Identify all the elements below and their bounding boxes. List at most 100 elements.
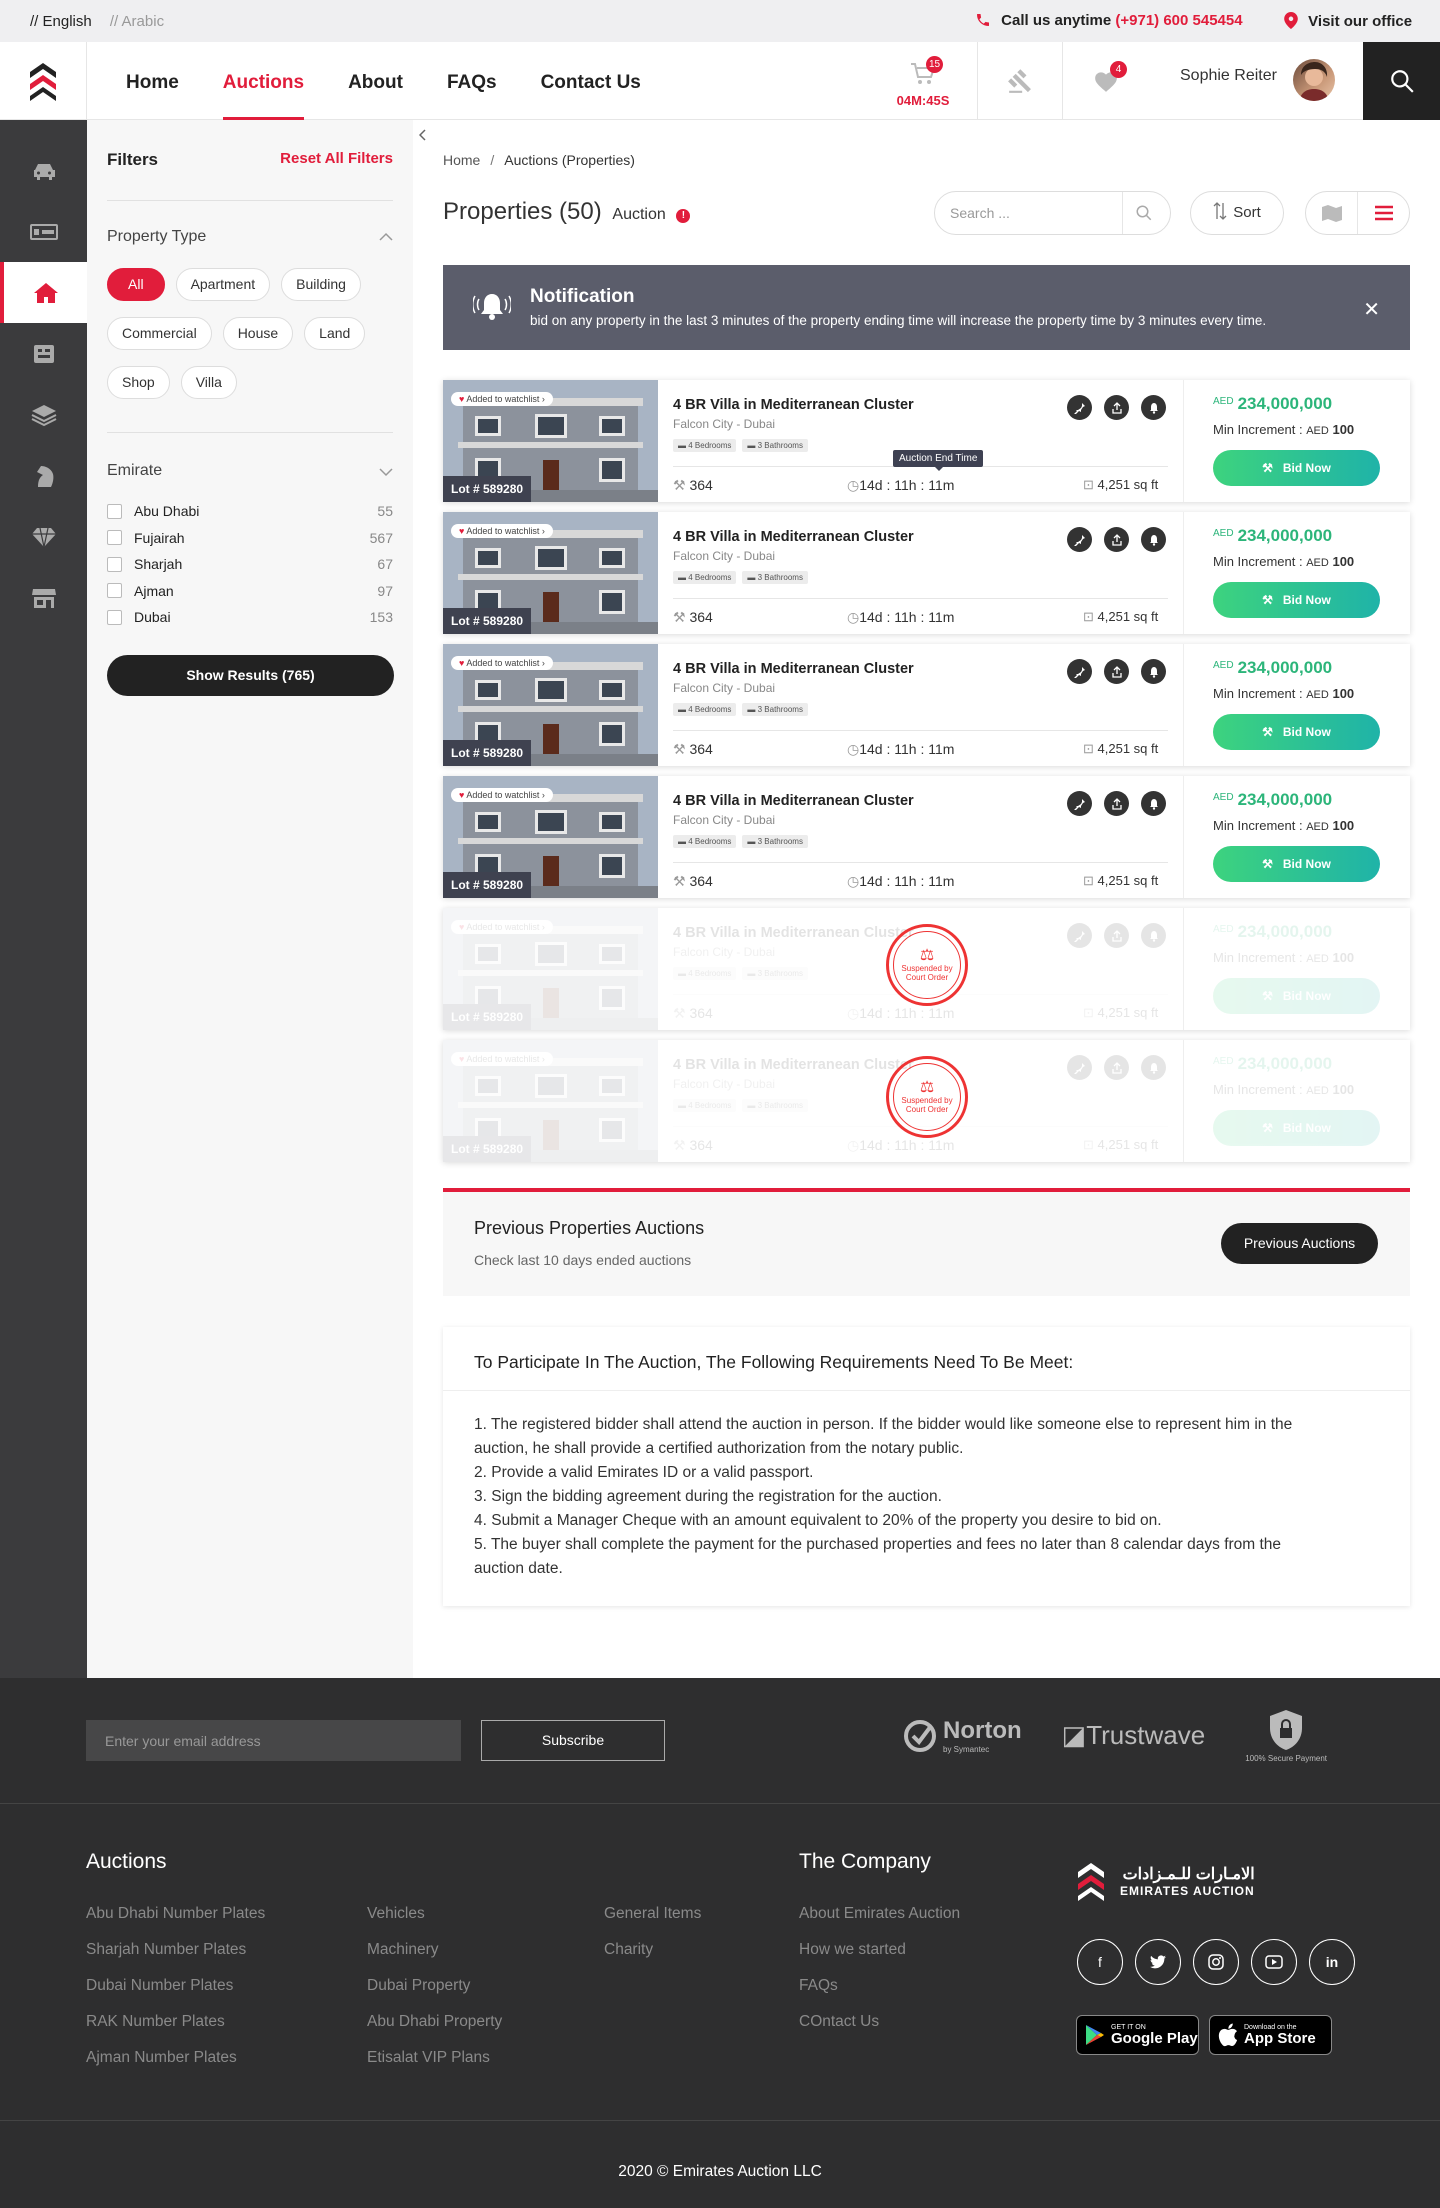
chip-commercial[interactable]: Commercial: [107, 317, 212, 350]
alert-button[interactable]: [1141, 395, 1166, 420]
nav-auctions[interactable]: Auctions: [201, 42, 326, 120]
alert-button[interactable]: [1141, 1055, 1166, 1080]
app-store-button[interactable]: Download on the App Store: [1209, 2015, 1332, 2055]
watchlist-tag[interactable]: ♥ Added to watchlist ›: [451, 524, 553, 538]
category-vehicles[interactable]: [0, 140, 87, 201]
search-icon[interactable]: [1135, 204, 1153, 222]
watchlist-tag[interactable]: ♥ Added to watchlist ›: [451, 656, 553, 670]
user-name[interactable]: Sophie Reiter: [1180, 67, 1277, 85]
checkbox[interactable]: [107, 530, 122, 546]
bid-now-button[interactable]: ⚒ Bid Now: [1213, 450, 1380, 486]
instagram-icon[interactable]: [1193, 1939, 1239, 1985]
property-title[interactable]: 4 BR Villa in Mediterranean Cluster: [673, 397, 914, 413]
watchlist-tag[interactable]: ♥ Added to watchlist ›: [451, 920, 553, 934]
facebook-icon[interactable]: f: [1077, 1939, 1123, 1985]
visit-office-link[interactable]: Visit our office: [1284, 12, 1412, 30]
bid-now-button[interactable]: ⚒ Bid Now: [1213, 714, 1380, 750]
avatar[interactable]: [1293, 59, 1335, 101]
footer-link[interactable]: About Emirates Auction: [799, 1896, 960, 1932]
info-icon[interactable]: !: [676, 209, 691, 223]
footer-link[interactable]: Sharjah Number Plates: [86, 1932, 265, 1968]
share-button[interactable]: [1104, 527, 1129, 552]
bid-now-button[interactable]: ⚒ Bid Now: [1213, 978, 1380, 1014]
property-image[interactable]: ♥ Added to watchlist › Lot # 589280: [443, 380, 658, 502]
footer-brand-logo[interactable]: الامـارات للـمـزادات EMIRATES AUCTION: [1076, 1861, 1255, 1901]
chip-all[interactable]: All: [107, 268, 165, 301]
subscribe-button[interactable]: Subscribe: [481, 1720, 665, 1761]
email-field[interactable]: [86, 1720, 461, 1761]
collapse-filters-button[interactable]: [413, 120, 433, 150]
footer-link[interactable]: Vehicles: [367, 1896, 502, 1932]
category-properties[interactable]: [0, 262, 87, 323]
lang-arabic[interactable]: // Arabic: [110, 13, 164, 30]
time-remaining[interactable]: ◷14d : 11h : 11m: [847, 1137, 954, 1154]
footer-link[interactable]: Abu Dhabi Number Plates: [86, 1896, 265, 1932]
emirate-option[interactable]: Dubai 153: [107, 604, 393, 631]
property-image[interactable]: ♥ Added to watchlist › Lot # 589280: [443, 1040, 658, 1162]
alert-button[interactable]: [1141, 527, 1166, 552]
header-search-button[interactable]: [1363, 42, 1440, 120]
call-info[interactable]: Call us anytime (+971) 600 545454: [975, 12, 1243, 29]
property-image[interactable]: ♥ Added to watchlist › Lot # 589280: [443, 908, 658, 1030]
property-title[interactable]: 4 BR Villa in Mediterranean Cluster: [673, 661, 914, 677]
property-image[interactable]: ♥ Added to watchlist › Lot # 589280: [443, 776, 658, 898]
share-button[interactable]: [1104, 395, 1129, 420]
footer-link[interactable]: RAK Number Plates: [86, 2004, 265, 2040]
auction-card[interactable]: ♥ Added to watchlist › Lot # 589280 4 BR…: [443, 776, 1410, 898]
map-view-button[interactable]: [1306, 192, 1357, 234]
show-results-button[interactable]: Show Results (765): [107, 655, 394, 696]
footer-link[interactable]: Ajman Number Plates: [86, 2040, 265, 2076]
chip-apartment[interactable]: Apartment: [175, 268, 271, 301]
property-title[interactable]: 4 BR Villa in Mediterranean Cluster: [673, 1057, 914, 1073]
pin-button[interactable]: [1067, 923, 1092, 948]
share-button[interactable]: [1104, 1055, 1129, 1080]
footer-link[interactable]: Charity: [604, 1932, 701, 1968]
reset-filters-link[interactable]: Reset All Filters: [280, 150, 393, 167]
footer-link[interactable]: Dubai Property: [367, 1968, 502, 2004]
lang-english[interactable]: // English: [30, 13, 92, 30]
linkedin-icon[interactable]: in: [1309, 1939, 1355, 1985]
pin-button[interactable]: [1067, 791, 1092, 816]
list-view-button[interactable]: [1358, 192, 1409, 234]
bid-now-button[interactable]: ⚒ Bid Now: [1213, 846, 1380, 882]
previous-auctions-button[interactable]: Previous Auctions: [1221, 1223, 1378, 1264]
category-buildings[interactable]: [0, 323, 87, 384]
category-number-plates[interactable]: [0, 201, 87, 262]
cart-button[interactable]: 15 04M:45S: [868, 42, 978, 120]
my-bids-button[interactable]: [978, 42, 1063, 120]
checkbox[interactable]: [107, 556, 122, 572]
emirate-toggle[interactable]: Emirate: [107, 462, 393, 480]
footer-link[interactable]: Machinery: [367, 1932, 502, 1968]
alert-button[interactable]: [1141, 791, 1166, 816]
pin-button[interactable]: [1067, 395, 1092, 420]
logo[interactable]: [0, 42, 87, 120]
youtube-icon[interactable]: [1251, 1939, 1297, 1985]
footer-link[interactable]: General Items: [604, 1896, 701, 1932]
chip-building[interactable]: Building: [281, 268, 361, 301]
twitter-icon[interactable]: [1135, 1939, 1181, 1985]
google-play-button[interactable]: GET IT ON Google Play: [1076, 2015, 1199, 2055]
alert-button[interactable]: [1141, 659, 1166, 684]
watchlist-tag[interactable]: ♥ Added to watchlist ›: [451, 788, 553, 802]
chip-villa[interactable]: Villa: [180, 366, 237, 399]
nav-contact-us[interactable]: Contact Us: [519, 42, 663, 120]
footer-link[interactable]: How we started: [799, 1932, 960, 1968]
category-jewelry[interactable]: [0, 506, 87, 567]
property-title[interactable]: 4 BR Villa in Mediterranean Cluster: [673, 529, 914, 545]
property-image[interactable]: ♥ Added to watchlist › Lot # 589280: [443, 644, 658, 766]
auction-card[interactable]: ♥ Added to watchlist › Lot # 589280 4 BR…: [443, 908, 1410, 1030]
category-general[interactable]: [0, 384, 87, 445]
time-remaining[interactable]: ◷14d : 11h : 11m: [847, 609, 954, 626]
checkbox[interactable]: [107, 503, 122, 519]
search-input[interactable]: [950, 205, 1120, 221]
time-remaining[interactable]: ◷14d : 11h : 11m: [847, 1005, 954, 1022]
call-number[interactable]: (+971) 600 545454: [1115, 12, 1242, 29]
time-remaining[interactable]: ◷14d : 11h : 11m: [847, 741, 954, 758]
bid-now-button[interactable]: ⚒ Bid Now: [1213, 582, 1380, 618]
property-title[interactable]: 4 BR Villa in Mediterranean Cluster: [673, 793, 914, 809]
footer-link[interactable]: COntact Us: [799, 2004, 960, 2040]
footer-link[interactable]: Etisalat VIP Plans: [367, 2040, 502, 2076]
footer-link[interactable]: Abu Dhabi Property: [367, 2004, 502, 2040]
checkbox[interactable]: [107, 609, 122, 625]
property-type-toggle[interactable]: Property Type: [107, 228, 393, 246]
